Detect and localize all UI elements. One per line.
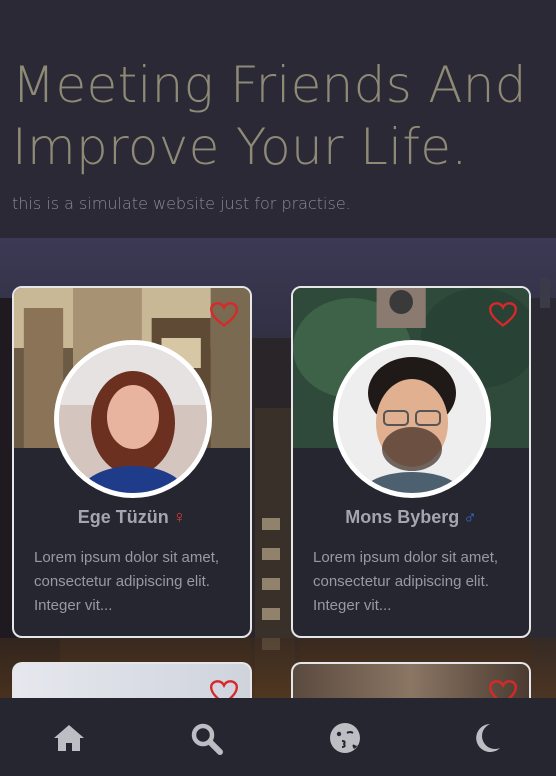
kiss-face-icon[interactable] <box>328 720 364 756</box>
home-icon[interactable] <box>51 720 87 756</box>
hero-subtitle: this is a simulate website just for prac… <box>12 194 351 213</box>
city-background: Ege Tüzün ♀ Lorem ipsum dolor sit amet, c… <box>0 238 556 698</box>
favorite-heart-icon[interactable] <box>489 680 517 698</box>
hero-section: Meeting Friends And Improve Your Life. t… <box>0 0 556 238</box>
favorite-heart-icon[interactable] <box>210 680 238 698</box>
female-icon: ♀ <box>172 507 187 527</box>
profile-name-text: Ege Tüzün <box>77 507 169 527</box>
favorite-heart-icon[interactable] <box>489 302 517 328</box>
profile-card[interactable] <box>291 662 531 698</box>
avatar <box>333 340 491 498</box>
male-icon: ♂ <box>463 507 477 527</box>
profile-card[interactable]: Mons Byberg ♂ Lorem ipsum dolor sit amet,… <box>291 286 531 638</box>
favorite-heart-icon[interactable] <box>210 302 238 328</box>
profile-description: Lorem ipsum dolor sit amet, consectetur … <box>313 549 499 614</box>
profile-description: Lorem ipsum dolor sit amet, consectetur … <box>34 549 220 614</box>
profile-name: Mons Byberg ♂ <box>293 507 529 528</box>
search-icon[interactable] <box>188 720 224 756</box>
bottom-nav <box>0 698 556 776</box>
moon-icon[interactable] <box>468 720 504 756</box>
profile-card[interactable] <box>12 662 252 698</box>
avatar <box>54 340 212 498</box>
profile-name-text: Mons Byberg <box>345 507 460 527</box>
hero-title: Meeting Friends And Improve Your Life. <box>12 56 527 176</box>
profile-name: Ege Tüzün ♀ <box>14 507 250 528</box>
profile-card[interactable]: Ege Tüzün ♀ Lorem ipsum dolor sit amet, c… <box>12 286 252 638</box>
